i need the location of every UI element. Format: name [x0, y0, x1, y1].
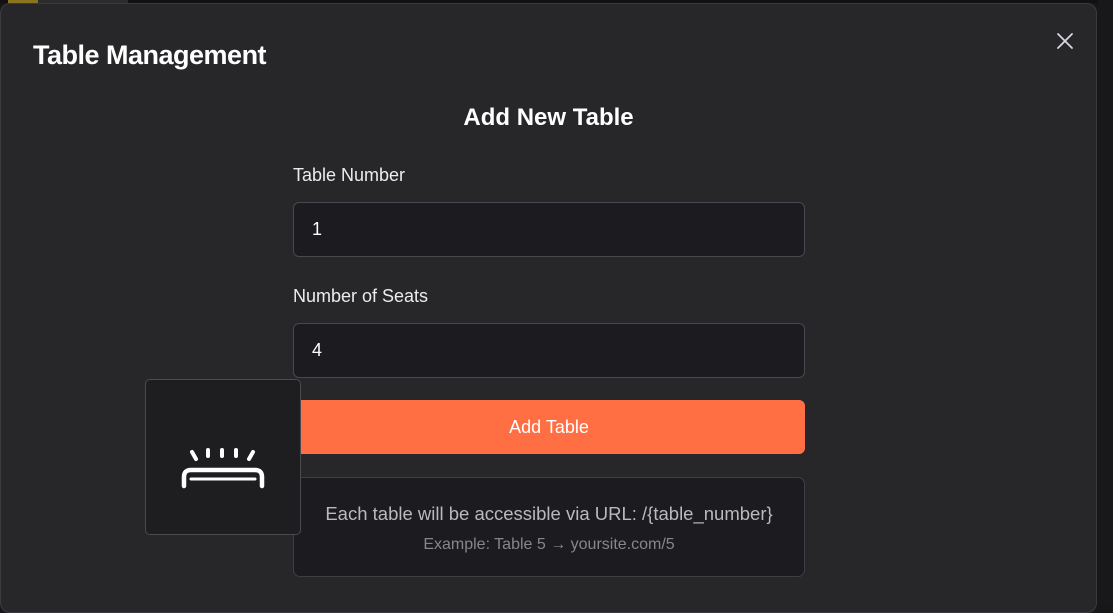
table-number-input[interactable] [293, 202, 805, 257]
url-example-text: Example: Table 5 → yoursite.com/5 [423, 536, 675, 553]
close-icon [1057, 33, 1073, 49]
background-gutter [1098, 0, 1113, 604]
modal-title: Table Management [33, 40, 267, 70]
url-info-box: Each table will be accessible via URL: /… [293, 477, 805, 577]
service-bell-icon [181, 448, 265, 489]
section-title: Add New Table [463, 104, 634, 131]
seats-label: Number of Seats [293, 286, 429, 306]
table-number-label: Table Number [293, 165, 406, 185]
seats-input[interactable] [293, 323, 805, 378]
close-button[interactable] [1054, 30, 1076, 52]
url-info-text: Each table will be accessible via URL: /… [325, 503, 773, 524]
add-table-button[interactable]: Add Table [293, 400, 805, 454]
dragged-table-tile[interactable] [145, 379, 301, 535]
